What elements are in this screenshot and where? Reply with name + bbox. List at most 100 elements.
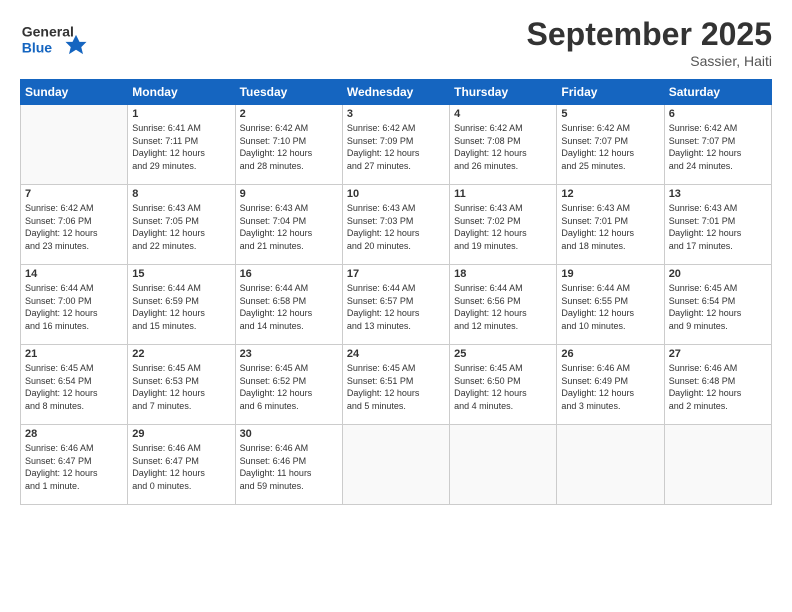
day-info: Sunrise: 6:46 AM Sunset: 6:48 PM Dayligh… xyxy=(669,362,767,412)
day-info: Sunrise: 6:44 AM Sunset: 6:55 PM Dayligh… xyxy=(561,282,659,332)
day-number: 1 xyxy=(132,108,230,120)
title-block: September 2025 Sassier, Haiti xyxy=(527,16,772,69)
svg-text:General: General xyxy=(22,24,74,40)
day-info: Sunrise: 6:43 AM Sunset: 7:01 PM Dayligh… xyxy=(669,202,767,252)
calendar-cell: 15Sunrise: 6:44 AM Sunset: 6:59 PM Dayli… xyxy=(128,265,235,345)
day-number: 5 xyxy=(561,108,659,120)
col-monday: Monday xyxy=(128,80,235,105)
day-number: 17 xyxy=(347,268,445,280)
calendar-cell xyxy=(557,425,664,505)
calendar-cell: 20 Sunrise: 6:45 AM Sunset: 6:54 PM Dayli… xyxy=(664,265,771,345)
day-info: Sunrise: 6:42 AM Sunset: 7:10 PM Dayligh… xyxy=(240,122,338,172)
day-number: 3 xyxy=(347,108,445,120)
calendar-cell xyxy=(21,105,128,185)
week-row-1: 1 Sunrise: 6:41 AM Sunset: 7:11 PM Daylig… xyxy=(21,105,772,185)
day-number: 20 xyxy=(669,268,767,280)
calendar-cell: 25 Sunrise: 6:45 AM Sunset: 6:50 PM Dayli… xyxy=(450,345,557,425)
day-number: 30 xyxy=(240,428,338,440)
day-info: Sunrise: 6:44 AM Sunset: 6:59 PM Dayligh… xyxy=(132,282,230,332)
day-number: 29 xyxy=(132,428,230,440)
day-info: Sunrise: 6:46 AM Sunset: 6:46 PM Dayligh… xyxy=(240,442,338,492)
calendar-table: Sunday Monday Tuesday Wednesday Thursday… xyxy=(20,79,772,505)
calendar-cell: 1 Sunrise: 6:41 AM Sunset: 7:11 PM Daylig… xyxy=(128,105,235,185)
calendar-cell: 4Sunrise: 6:42 AM Sunset: 7:08 PM Daylig… xyxy=(450,105,557,185)
day-info: Sunrise: 6:43 AM Sunset: 7:05 PM Dayligh… xyxy=(132,202,230,252)
calendar-cell: 2 Sunrise: 6:42 AM Sunset: 7:10 PM Daylig… xyxy=(235,105,342,185)
calendar-cell xyxy=(450,425,557,505)
col-sunday: Sunday xyxy=(21,80,128,105)
day-number: 13 xyxy=(669,188,767,200)
calendar-cell: 24Sunrise: 6:45 AM Sunset: 6:51 PM Dayli… xyxy=(342,345,449,425)
header: General Blue September 2025 Sassier, Hai… xyxy=(20,16,772,69)
day-info: Sunrise: 6:43 AM Sunset: 7:01 PM Dayligh… xyxy=(561,202,659,252)
calendar-cell: 12 Sunrise: 6:43 AM Sunset: 7:01 PM Dayli… xyxy=(557,185,664,265)
day-info: Sunrise: 6:42 AM Sunset: 7:09 PM Dayligh… xyxy=(347,122,445,172)
calendar-cell: 23 Sunrise: 6:45 AM Sunset: 6:52 PM Dayli… xyxy=(235,345,342,425)
day-info: Sunrise: 6:44 AM Sunset: 6:57 PM Dayligh… xyxy=(347,282,445,332)
col-tuesday: Tuesday xyxy=(235,80,342,105)
calendar-cell: 8 Sunrise: 6:43 AM Sunset: 7:05 PM Daylig… xyxy=(128,185,235,265)
day-number: 24 xyxy=(347,348,445,360)
day-number: 18 xyxy=(454,268,552,280)
calendar-cell xyxy=(664,425,771,505)
day-number: 23 xyxy=(240,348,338,360)
location-subtitle: Sassier, Haiti xyxy=(527,53,772,69)
day-number: 16 xyxy=(240,268,338,280)
day-number: 22 xyxy=(132,348,230,360)
calendar-cell: 29 Sunrise: 6:46 AM Sunset: 6:47 PM Dayli… xyxy=(128,425,235,505)
col-saturday: Saturday xyxy=(664,80,771,105)
calendar-cell: 30 Sunrise: 6:46 AM Sunset: 6:46 PM Dayli… xyxy=(235,425,342,505)
day-info: Sunrise: 6:45 AM Sunset: 6:50 PM Dayligh… xyxy=(454,362,552,412)
calendar-cell: 18 Sunrise: 6:44 AM Sunset: 6:56 PM Dayli… xyxy=(450,265,557,345)
calendar-cell: 5 Sunrise: 6:42 AM Sunset: 7:07 PM Daylig… xyxy=(557,105,664,185)
day-info: Sunrise: 6:46 AM Sunset: 6:47 PM Dayligh… xyxy=(25,442,123,492)
calendar-cell: 10 Sunrise: 6:43 AM Sunset: 7:03 PM Dayli… xyxy=(342,185,449,265)
calendar-cell xyxy=(342,425,449,505)
page: General Blue September 2025 Sassier, Hai… xyxy=(0,0,792,612)
col-wednesday: Wednesday xyxy=(342,80,449,105)
day-number: 28 xyxy=(25,428,123,440)
day-info: Sunrise: 6:44 AM Sunset: 7:00 PM Dayligh… xyxy=(25,282,123,332)
day-info: Sunrise: 6:43 AM Sunset: 7:04 PM Dayligh… xyxy=(240,202,338,252)
calendar-cell: 16 Sunrise: 6:44 AM Sunset: 6:58 PM Dayli… xyxy=(235,265,342,345)
calendar-cell: 26 Sunrise: 6:46 AM Sunset: 6:49 PM Dayli… xyxy=(557,345,664,425)
day-info: Sunrise: 6:42 AM Sunset: 7:07 PM Dayligh… xyxy=(561,122,659,172)
logo: General Blue xyxy=(20,16,90,66)
calendar-cell: 14 Sunrise: 6:44 AM Sunset: 7:00 PM Dayli… xyxy=(21,265,128,345)
calendar-cell: 19 Sunrise: 6:44 AM Sunset: 6:55 PM Dayli… xyxy=(557,265,664,345)
day-info: Sunrise: 6:46 AM Sunset: 6:49 PM Dayligh… xyxy=(561,362,659,412)
calendar-cell: 6Sunrise: 6:42 AM Sunset: 7:07 PM Daylig… xyxy=(664,105,771,185)
svg-text:Blue: Blue xyxy=(22,39,53,55)
calendar-cell: 7Sunrise: 6:42 AM Sunset: 7:06 PM Daylig… xyxy=(21,185,128,265)
day-number: 12 xyxy=(561,188,659,200)
day-number: 9 xyxy=(240,188,338,200)
day-info: Sunrise: 6:45 AM Sunset: 6:54 PM Dayligh… xyxy=(669,282,767,332)
week-row-4: 21 Sunrise: 6:45 AM Sunset: 6:54 PM Dayli… xyxy=(21,345,772,425)
header-row: Sunday Monday Tuesday Wednesday Thursday… xyxy=(21,80,772,105)
calendar-cell: 9 Sunrise: 6:43 AM Sunset: 7:04 PM Daylig… xyxy=(235,185,342,265)
week-row-3: 14 Sunrise: 6:44 AM Sunset: 7:00 PM Dayli… xyxy=(21,265,772,345)
day-number: 11 xyxy=(454,188,552,200)
day-info: Sunrise: 6:46 AM Sunset: 6:47 PM Dayligh… xyxy=(132,442,230,492)
day-number: 14 xyxy=(25,268,123,280)
day-number: 26 xyxy=(561,348,659,360)
day-number: 25 xyxy=(454,348,552,360)
day-number: 8 xyxy=(132,188,230,200)
day-info: Sunrise: 6:45 AM Sunset: 6:52 PM Dayligh… xyxy=(240,362,338,412)
day-info: Sunrise: 6:44 AM Sunset: 6:56 PM Dayligh… xyxy=(454,282,552,332)
calendar-cell: 22 Sunrise: 6:45 AM Sunset: 6:53 PM Dayli… xyxy=(128,345,235,425)
day-number: 10 xyxy=(347,188,445,200)
calendar-cell: 13 Sunrise: 6:43 AM Sunset: 7:01 PM Dayli… xyxy=(664,185,771,265)
day-info: Sunrise: 6:43 AM Sunset: 7:02 PM Dayligh… xyxy=(454,202,552,252)
calendar-cell: 27Sunrise: 6:46 AM Sunset: 6:48 PM Dayli… xyxy=(664,345,771,425)
day-info: Sunrise: 6:45 AM Sunset: 6:54 PM Dayligh… xyxy=(25,362,123,412)
day-info: Sunrise: 6:41 AM Sunset: 7:11 PM Dayligh… xyxy=(132,122,230,172)
col-friday: Friday xyxy=(557,80,664,105)
day-number: 2 xyxy=(240,108,338,120)
day-info: Sunrise: 6:44 AM Sunset: 6:58 PM Dayligh… xyxy=(240,282,338,332)
day-info: Sunrise: 6:43 AM Sunset: 7:03 PM Dayligh… xyxy=(347,202,445,252)
day-info: Sunrise: 6:45 AM Sunset: 6:53 PM Dayligh… xyxy=(132,362,230,412)
day-number: 21 xyxy=(25,348,123,360)
week-row-5: 28 Sunrise: 6:46 AM Sunset: 6:47 PM Dayli… xyxy=(21,425,772,505)
day-number: 19 xyxy=(561,268,659,280)
